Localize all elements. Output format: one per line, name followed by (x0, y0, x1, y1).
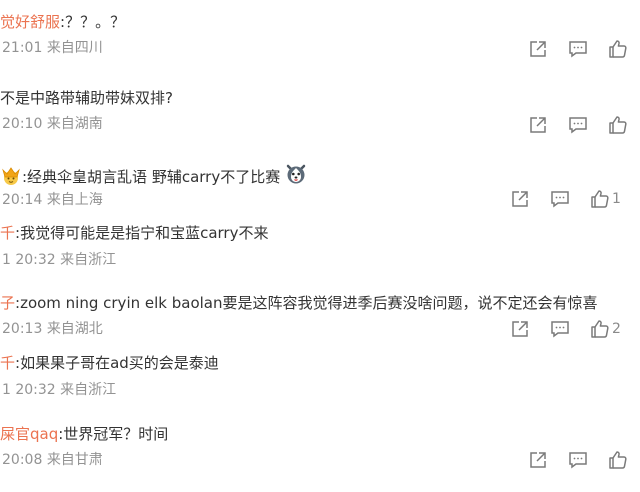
share-icon[interactable] (510, 319, 530, 339)
comment-location: 来自湖南 (46, 116, 103, 132)
comment-meta: 20:14 来自上海 (2, 191, 103, 209)
comment-time: 1 20:32 (2, 382, 56, 398)
thumbs-up-icon[interactable] (608, 115, 628, 135)
comment-username[interactable]: 千 (0, 354, 15, 372)
comment-content: 千:如果果子哥在ad买的会是泰迪 (0, 353, 219, 373)
comment-content: 子:zoom ning cryin elk baolan要是这阵容我觉得进季后赛… (0, 293, 598, 313)
comment-text: :世界冠军？时间 (58, 425, 169, 443)
comment-content: 觉好舒服:？？。？ (0, 12, 125, 32)
share-icon[interactable] (528, 450, 548, 470)
comment-username[interactable]: 千 (0, 224, 15, 242)
comment-location: 来自甘肃 (46, 452, 103, 468)
crown-emoji (0, 165, 22, 190)
comment-meta: 21:01 来自四川 (2, 39, 103, 57)
comment-icon[interactable] (568, 39, 588, 59)
comment-location: 来自四川 (46, 40, 103, 56)
comment-meta: 20:13 来自湖北 (2, 320, 103, 338)
husky-emoji (285, 163, 307, 190)
comment-content: 不是中路带辅助带妹双排? (0, 88, 173, 108)
comment-time: 20:10 (2, 116, 43, 132)
comment-icon[interactable] (550, 189, 570, 209)
comment-meta: 20:10 来自湖南 (2, 115, 103, 133)
comment-content: 屎官qaq:世界冠军？时间 (0, 424, 168, 444)
like-count: 2 (612, 321, 621, 337)
comment-username[interactable]: 子 (0, 294, 15, 312)
thumbs-up-icon[interactable] (608, 450, 628, 470)
comment-content: 千:我觉得可能是是指宁和宝蓝carry不来 (0, 223, 268, 243)
comment-location: 来自浙江 (60, 252, 117, 268)
comment-icon[interactable] (568, 115, 588, 135)
share-icon[interactable] (528, 39, 548, 59)
comment-text: :我觉得可能是是指宁和宝蓝carry不来 (15, 224, 269, 242)
comment-time: 20:08 (2, 452, 43, 468)
comment-icon[interactable] (550, 319, 570, 339)
comment-meta: 20:08 来自甘肃 (2, 451, 103, 469)
comment-text: :？？。？ (60, 13, 126, 31)
comment-location: 来自浙江 (60, 382, 117, 398)
comment-time: 21:01 (2, 40, 43, 56)
comment-meta: 1 20:32 来自浙江 (2, 251, 116, 269)
comment-text: :zoom ning cryin elk baolan要是这阵容我觉得进季后赛没… (15, 294, 598, 312)
comment-time: 1 20:32 (2, 252, 56, 268)
comment-text: 不是中路带辅助带妹双排? (0, 89, 173, 107)
share-icon[interactable] (510, 189, 530, 209)
comment-content: :经典伞皇胡言乱语 野辅carry不了比赛 (0, 163, 307, 190)
thumbs-up-icon[interactable] (608, 39, 628, 59)
comment-username[interactable]: 屎官qaq (0, 425, 58, 443)
comment-text: :如果果子哥在ad买的会是泰迪 (15, 354, 219, 372)
thumbs-up-icon[interactable]: 1 (590, 189, 621, 209)
like-count: 1 (612, 191, 621, 207)
comment-meta: 1 20:32 来自浙江 (2, 381, 116, 399)
comment-text: :经典伞皇胡言乱语 野辅carry不了比赛 (22, 168, 281, 186)
thumbs-up-icon[interactable]: 2 (590, 319, 621, 339)
share-icon[interactable] (528, 115, 548, 135)
comment-username[interactable]: 觉好舒服 (0, 13, 60, 31)
comment-time: 20:14 (2, 192, 43, 208)
comment-location: 来自湖北 (46, 321, 103, 337)
comment-icon[interactable] (568, 450, 588, 470)
comment-location: 来自上海 (46, 192, 103, 208)
comment-time: 20:13 (2, 321, 43, 337)
